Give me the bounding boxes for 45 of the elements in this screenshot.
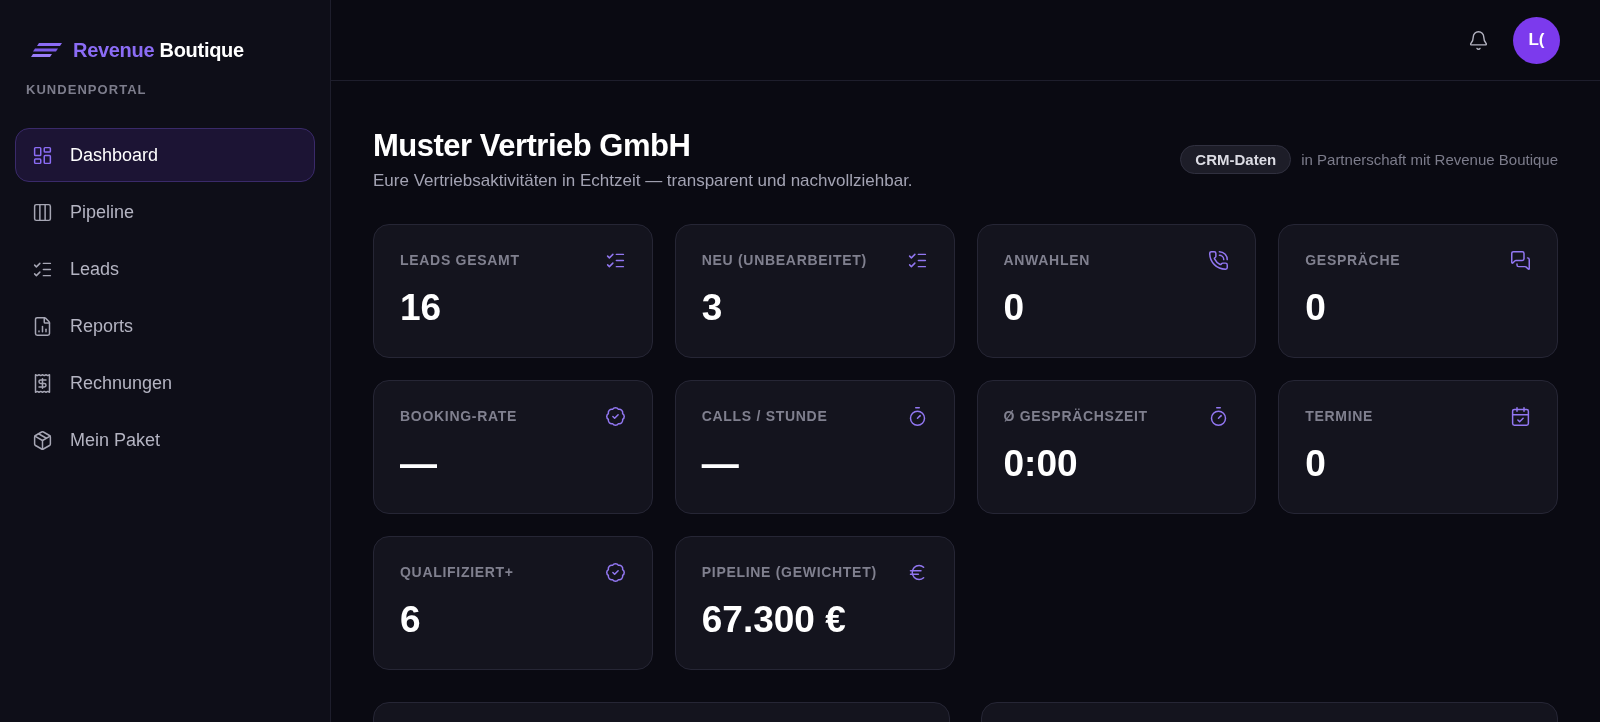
- brand-name: Revenue Boutique: [73, 38, 244, 62]
- page-title: Muster Vertrieb GmbH: [373, 127, 692, 164]
- metric-label: QUALIFIZIERT+: [400, 563, 514, 582]
- source-badge: CRM-Daten: [1180, 145, 1292, 174]
- metric-value: 3: [701, 287, 723, 329]
- metric-label: LEADS GESAMT: [400, 251, 520, 270]
- stripes-logo-icon: [31, 42, 63, 58]
- metric-value: 67.300 €: [701, 599, 846, 641]
- sidebar-item[interactable]: Reports: [15, 299, 315, 353]
- user-avatar[interactable]: L(: [1513, 16, 1560, 64]
- section-label: KUNDENPORTAL: [26, 82, 147, 98]
- metric-value: —: [400, 443, 437, 485]
- columns-icon: [32, 201, 53, 223]
- file-chart-icon: [32, 315, 53, 337]
- sidebar-item[interactable]: Mein Paket: [15, 413, 315, 467]
- sidebar-item[interactable]: Pipeline: [15, 185, 315, 239]
- badge-check-icon: [604, 562, 626, 583]
- metric-label: TERMINE: [1305, 407, 1374, 426]
- receipt-dollar-icon: [32, 372, 53, 394]
- page-subtitle: Eure Vertriebsaktivitäten in Echtzeit — transparent und nachvollziehbar.: [373, 170, 913, 192]
- metric-value: 0: [1305, 287, 1326, 329]
- metric-value: —: [701, 443, 739, 485]
- chat-bubbles-icon: [1510, 250, 1531, 271]
- dashboard-grid-icon: [32, 144, 53, 166]
- metric-value: 16: [400, 287, 442, 329]
- metric-label: NEU (UNBEARBEITET): [701, 251, 867, 270]
- metric-value: 6: [400, 599, 421, 641]
- metric-value: 0: [1003, 287, 1025, 329]
- metric-label: CALLS / STUNDE: [701, 407, 828, 426]
- metric-value: 0: [1305, 443, 1326, 485]
- metric-label: ANWAHLEN: [1003, 251, 1090, 270]
- package-box-icon: [32, 429, 53, 451]
- metric-label: GESPRÄCHE: [1305, 251, 1401, 270]
- metric-label: PIPELINE (GEWICHTET): [701, 563, 877, 582]
- phone-call-icon: [1208, 250, 1230, 271]
- metric-label: BOOKING-RATE: [400, 407, 518, 426]
- sidebar-item[interactable]: Dashboard: [15, 128, 315, 182]
- partner-note: in Partnerschaft mit Revenue Boutique: [1301, 150, 1558, 169]
- bell-icon[interactable]: [1468, 29, 1489, 51]
- metric-value: 0:00: [1003, 443, 1078, 485]
- badge-check-icon: [604, 406, 626, 427]
- sidebar-item[interactable]: Leads: [15, 242, 315, 296]
- calendar-check-icon: [1510, 406, 1531, 427]
- sidebar-item[interactable]: Rechnungen: [15, 356, 315, 410]
- metric-label: Ø GESPRÄCHSZEIT: [1003, 407, 1148, 426]
